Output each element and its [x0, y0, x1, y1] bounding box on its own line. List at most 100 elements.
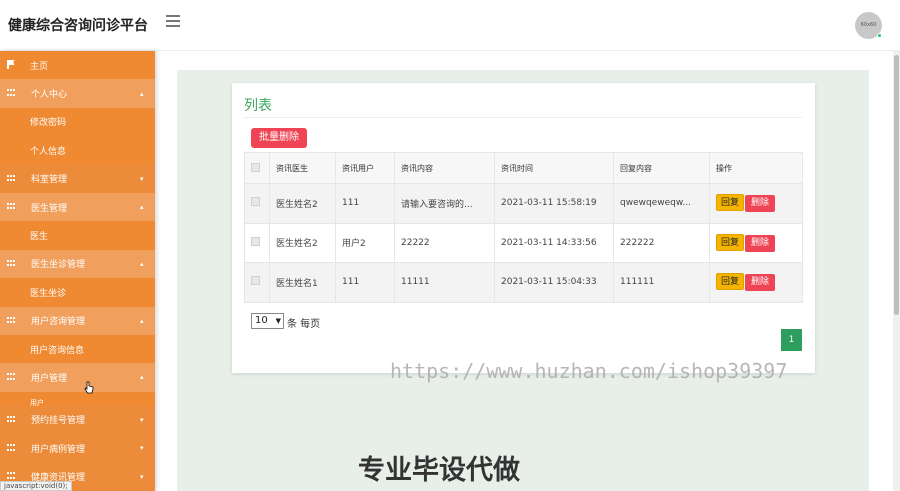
sidebar-item-doctor-schedule[interactable]: 医生坐诊 [0, 278, 155, 307]
grid-icon [7, 415, 16, 424]
row-checkbox[interactable] [251, 276, 260, 286]
grid-icon [7, 472, 16, 480]
chevron-down-icon: ▾ [140, 472, 144, 481]
page-size-select[interactable]: 10 ▼ [251, 313, 284, 329]
sidebar-group-doctor-schedule[interactable]: 医生坐诊管理 ▴ [0, 249, 155, 279]
cell-actions: 回复 删除 [709, 222, 803, 263]
cell-content: 11111 [394, 262, 495, 303]
row-checkbox[interactable] [251, 197, 260, 207]
cell-reply: qwewqeweqw... [613, 183, 710, 224]
chevron-up-icon: ▴ [140, 373, 144, 382]
sidebar-item-label: 主页 [30, 61, 49, 72]
col-header-doctor[interactable]: 资讯医生 [269, 152, 336, 184]
page-size-value: 10 [255, 315, 268, 326]
sidebar-item-label: 预约挂号管理 [31, 416, 86, 427]
flag-icon [7, 60, 15, 69]
cell-doctor: 医生姓名2 [269, 183, 336, 224]
grid-icon [7, 444, 16, 452]
cell-actions: 回复 删除 [709, 183, 803, 224]
per-page-label: 条 每页 [287, 319, 321, 330]
grid-icon [7, 316, 16, 325]
sidebar-item-change-password[interactable]: 修改密码 [0, 107, 155, 137]
sidebar-item-label: 医生管理 [31, 203, 68, 214]
sidebar-item-label: 修改密码 [30, 118, 67, 129]
sidebar-item-home[interactable]: 主页 [0, 51, 155, 80]
sidebar-group-user[interactable]: 用户管理 ▴ [0, 363, 155, 392]
table-row: 医生姓名2 用户2 22222 2021-03-11 14:33:56 2222… [244, 222, 803, 263]
col-header-time[interactable]: 资讯时间 [494, 152, 614, 184]
sidebar-group-medical-record[interactable]: 用户病例管理 ▾ [0, 434, 155, 463]
cell-user: 111 [335, 262, 395, 303]
row-select-cell [244, 262, 270, 303]
sidebar-item-doctor[interactable]: 医生 [0, 221, 155, 250]
delete-button[interactable]: 删除 [745, 195, 775, 213]
grid-icon [7, 89, 16, 97]
col-header-content[interactable]: 资讯内容 [394, 152, 495, 184]
sidebar-group-doctor[interactable]: 医生管理 ▴ [0, 192, 155, 222]
cell-actions: 回复 删除 [709, 262, 803, 303]
sidebar: 主页 个人中心 ▴ 修改密码 个人信息 科室管理 ▾ 医生管理 ▴ 医生 医生坐… [0, 51, 155, 491]
sidebar-group-user-consult[interactable]: 用户咨询管理 ▴ [0, 306, 155, 335]
divider [244, 117, 802, 118]
grid-icon [7, 202, 16, 211]
cell-time: 2021-03-11 15:04:33 [494, 262, 614, 303]
cell-content: 请输入要咨询的... [394, 183, 495, 224]
cell-time: 2021-03-11 14:33:56 [494, 222, 614, 263]
menu-toggle-icon[interactable] [166, 15, 180, 29]
scrollbar-thumb[interactable] [894, 55, 899, 315]
col-header-actions: 操作 [709, 152, 803, 184]
cell-doctor: 医生姓名1 [269, 262, 336, 303]
reply-button[interactable]: 回复 [716, 194, 744, 212]
sidebar-item-label: 用户咨询信息 [30, 345, 85, 356]
row-select-cell [244, 222, 270, 263]
sidebar-item-label: 个人信息 [30, 146, 67, 157]
consult-table: 资讯医生 资讯用户 资讯内容 资讯时间 回复内容 操作 医生姓名2 111 请输… [244, 152, 803, 303]
page-button-current[interactable]: 1 [781, 329, 802, 351]
col-header-reply[interactable]: 回复内容 [613, 152, 710, 184]
delete-button[interactable]: 删除 [745, 274, 775, 292]
chevron-down-icon: ▾ [140, 415, 144, 424]
sidebar-item-label: 个人中心 [31, 90, 68, 101]
cell-doctor: 医生姓名2 [269, 222, 336, 263]
grid-icon [7, 174, 16, 183]
sidebar-item-label: 医生坐诊 [30, 288, 67, 299]
cell-user: 111 [335, 183, 395, 224]
table-row: 医生姓名1 111 11111 2021-03-11 15:04:33 1111… [244, 262, 803, 303]
col-header-user[interactable]: 资讯用户 [335, 152, 395, 184]
app-title: 健康综合咨询问诊平台 [8, 18, 148, 34]
reply-button[interactable]: 回复 [716, 273, 744, 291]
sidebar-item-label: 用户管理 [31, 373, 68, 384]
reply-button[interactable]: 回复 [716, 233, 744, 251]
chevron-up-icon: ▴ [140, 89, 144, 98]
chevron-down-icon: ▾ [140, 444, 144, 453]
batch-delete-button[interactable]: 批量删除 [251, 128, 307, 148]
chevron-down-icon: ▼ [275, 317, 281, 325]
sidebar-item-user-consult-info[interactable]: 用户咨询信息 [0, 334, 155, 364]
sidebar-item-label: 用户病例管理 [31, 444, 86, 455]
sidebar-group-department[interactable]: 科室管理 ▾ [0, 164, 155, 193]
sidebar-item-label: 医生坐诊管理 [31, 260, 86, 271]
row-checkbox[interactable] [251, 236, 260, 246]
sidebar-item-label: 用户咨询管理 [31, 317, 86, 328]
sidebar-item-personal-info[interactable]: 个人信息 [0, 136, 155, 165]
browser-status-bar: javascript:void(0); [0, 481, 72, 491]
promo-text: 专业毕设代做 [358, 455, 520, 486]
cell-content: 22222 [394, 222, 495, 263]
chevron-down-icon: ▾ [140, 174, 144, 183]
cell-reply: 222222 [613, 222, 710, 263]
mouse-pointer-icon [84, 381, 94, 394]
row-select-cell [244, 183, 270, 224]
cell-user: 用户2 [335, 222, 395, 263]
sidebar-group-personal-center[interactable]: 个人中心 ▴ [0, 79, 155, 108]
cell-reply: 111111 [613, 262, 710, 303]
cell-time: 2021-03-11 15:58:19 [494, 183, 614, 224]
grid-icon [7, 259, 16, 268]
grid-icon [7, 373, 16, 381]
page-title: 列表 [244, 98, 272, 114]
sidebar-item-user[interactable]: 用户 [0, 391, 155, 407]
table-header-row: 资讯医生 资讯用户 资讯内容 资讯时间 回复内容 操作 [244, 152, 803, 184]
delete-button[interactable]: 删除 [745, 234, 775, 252]
select-all-checkbox[interactable] [251, 162, 260, 172]
watermark-text: https://www.huzhan.com/ishop39397 [390, 359, 788, 383]
sidebar-group-appointment[interactable]: 预约挂号管理 ▾ [0, 405, 155, 435]
